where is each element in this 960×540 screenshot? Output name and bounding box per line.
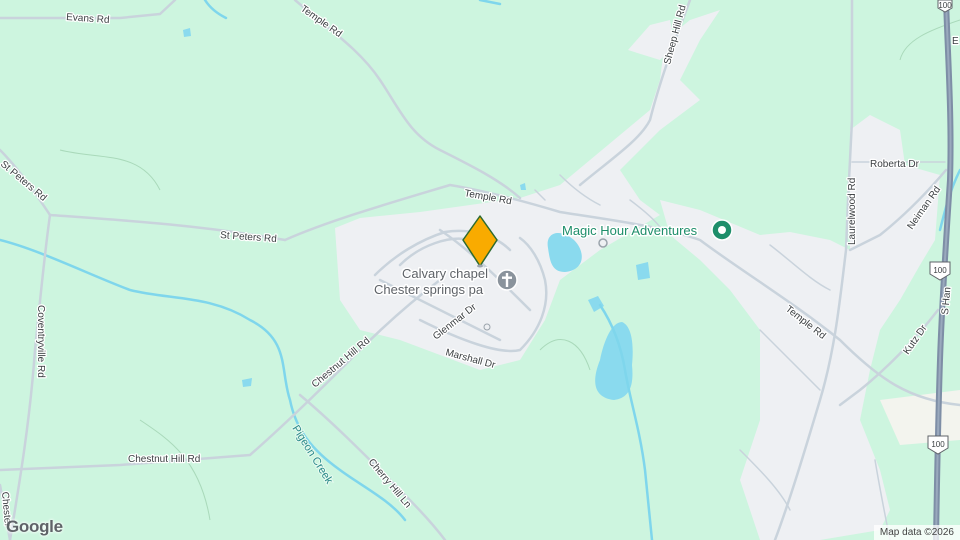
google-logo: Google xyxy=(6,517,63,536)
label-roberta-dr: Roberta Dr xyxy=(870,159,920,170)
trail-2 xyxy=(139,419,211,521)
route-100-shield-bottom: 100 xyxy=(927,435,949,455)
residential-area-center xyxy=(335,10,720,370)
map-attribution[interactable]: Map data ©2026 xyxy=(873,525,960,540)
pond-small-1 xyxy=(183,28,191,37)
pond-small-2 xyxy=(242,378,252,387)
label-evans-rd: Evans Rd xyxy=(66,12,110,26)
label-temple-rd-north: Temple Rd xyxy=(298,3,343,39)
stream-top-left xyxy=(203,0,228,20)
residential-area-east xyxy=(660,115,940,540)
map-canvas[interactable]: Evans Rd Temple Rd Temple Rd Temple Rd S… xyxy=(0,0,960,540)
cross-icon[interactable] xyxy=(496,269,518,291)
svg-text:Calvary chapel: Calvary chapel xyxy=(402,266,488,281)
trail-1 xyxy=(59,149,161,191)
pond-small-4 xyxy=(520,183,526,190)
svg-text:Magic Hour Adventures: Magic Hour Adventures xyxy=(562,223,698,238)
svg-text:Chester springs pa: Chester springs pa xyxy=(374,282,484,297)
route-100-shield-top: 100 xyxy=(937,0,953,13)
svg-text:100: 100 xyxy=(931,440,945,449)
pond-east xyxy=(636,262,650,280)
label-chestnut-hill-rd: Chestnut Hill Rd xyxy=(310,335,372,390)
label-chestnut-hill-rd-2: Chestnut Hill Rd xyxy=(128,454,200,465)
label-e-partial: E xyxy=(952,36,959,47)
label-s-hanover-partial: S Han xyxy=(940,287,953,316)
label-coventryville-rd: Coventryville Rd xyxy=(35,305,46,378)
label-pigeon-creek: Pigeon Creek xyxy=(289,423,335,486)
poi-pin-icon[interactable] xyxy=(711,219,733,241)
label-laurelwood-rd: Laurelwood Rd xyxy=(847,178,858,245)
svg-text:100: 100 xyxy=(938,1,952,10)
label-st-peters-rd: St Peters Rd xyxy=(220,230,277,245)
trail-3 xyxy=(539,339,591,371)
label-kutz-dr: Kutz Dr xyxy=(901,323,930,357)
svg-text:100: 100 xyxy=(933,266,947,275)
label-cherry-hill-ln: Cherry Hill Ln xyxy=(366,457,413,510)
label-st-peters-rd-left: St Peters Rd xyxy=(0,159,49,204)
stream-top xyxy=(478,0,502,6)
route-100-shield-middle: 100 xyxy=(929,261,951,281)
